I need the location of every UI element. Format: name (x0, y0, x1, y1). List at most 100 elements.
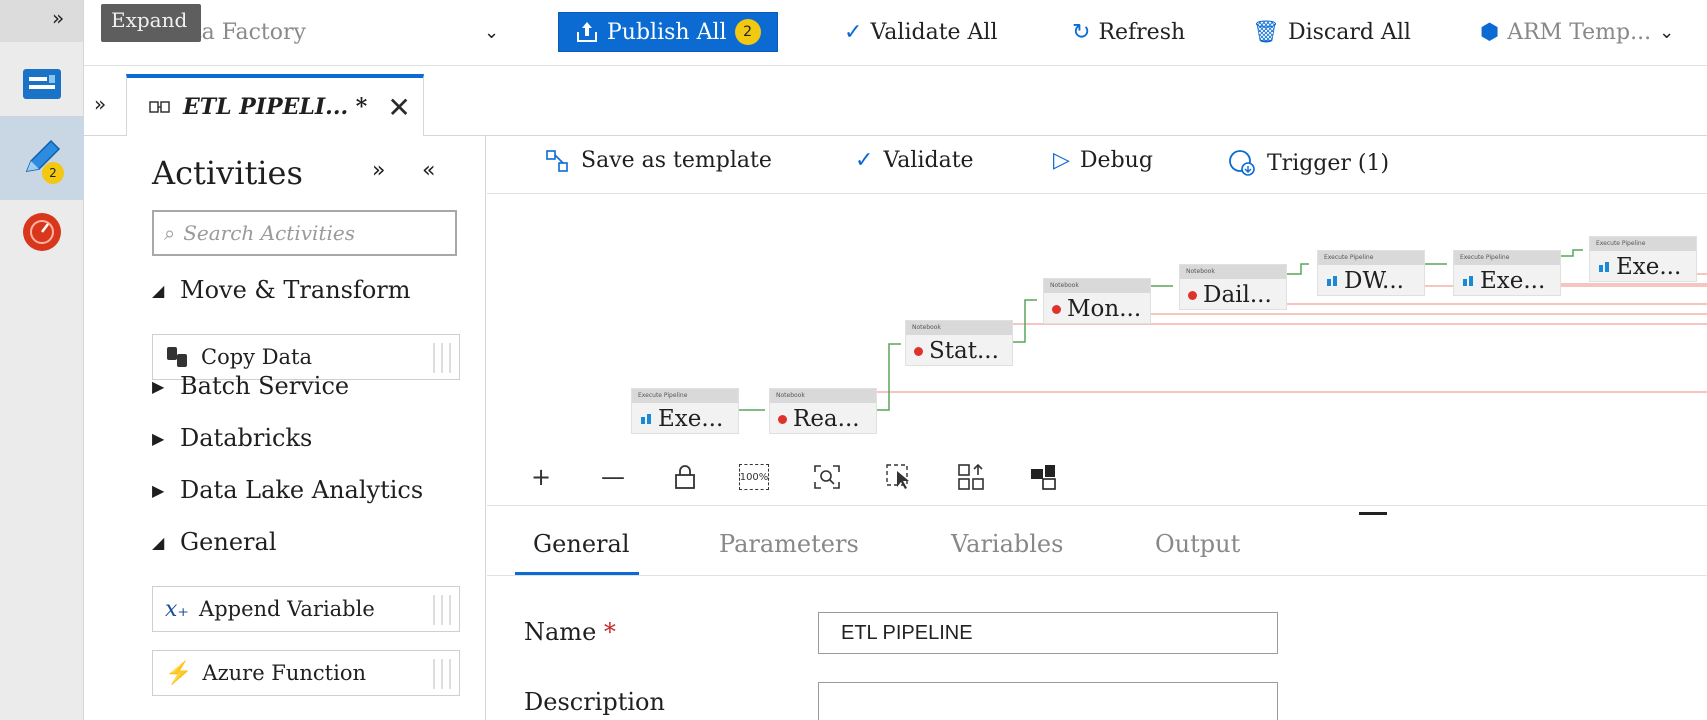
node-label: Exe... (1480, 268, 1546, 294)
trash-icon: 🗑 (1252, 19, 1280, 45)
search-activities-input[interactable] (183, 221, 444, 245)
zoom-in-button[interactable]: + (523, 460, 559, 494)
activity-append-variable[interactable]: x₊ Append Variable (152, 586, 460, 632)
rail-overview[interactable] (0, 42, 84, 126)
execute-pipeline-icon (1462, 276, 1474, 286)
expand-tooltip: Expand (101, 4, 201, 42)
rail-author[interactable]: 2 (0, 116, 84, 200)
node-label: Dail... (1203, 282, 1272, 308)
discard-all-label: Discard All (1287, 19, 1411, 45)
name-field[interactable] (818, 612, 1278, 654)
drag-handle[interactable] (433, 595, 451, 625)
variable-icon: x₊ (165, 596, 190, 622)
trigger-button[interactable]: Trigger (1) (1227, 148, 1389, 178)
category-databricks[interactable]: ▶ Databricks (152, 424, 312, 452)
chevron-down-icon: ⌄ (483, 21, 500, 43)
collapse-all-icon[interactable]: » (372, 158, 385, 183)
panel-splitter-handle[interactable] (1359, 512, 1387, 515)
tab-variables[interactable]: Variables (951, 530, 1063, 558)
monitor-gauge-icon (23, 213, 61, 251)
discard-all-button[interactable]: 🗑 Discard All (1252, 12, 1411, 52)
play-icon: ▷ (1053, 148, 1070, 173)
node-label: Exe... (658, 406, 724, 432)
zoom-to-fit-icon[interactable] (809, 460, 845, 494)
arm-template-label: ARM Temp... (1507, 19, 1652, 45)
azure-function-icon: ⚡ (165, 660, 193, 686)
activity-node-execute-pipeline[interactable]: Execute Pipeline DW... (1317, 250, 1425, 296)
description-field[interactable] (818, 682, 1278, 720)
tab-general[interactable]: General (533, 530, 630, 558)
save-as-template-button[interactable]: Save as template (545, 148, 772, 173)
validate-button[interactable]: ✓ Validate (855, 148, 974, 173)
validate-all-button[interactable]: ✓ Validate All (844, 12, 998, 52)
activities-panel: Activities » « ⌕ ◢ Move & Transform Copy… (126, 136, 486, 720)
canvas-controls: + — 100% (487, 448, 1707, 506)
collapsed-triangle-icon: ▶ (152, 480, 165, 500)
node-type: Notebook (1180, 265, 1286, 279)
editor-tab-row: » ETL PIPELI... * ✕ (84, 66, 1707, 136)
rail-top: » (0, 0, 83, 42)
activity-node-notebook[interactable]: Notebook Dail... (1179, 264, 1287, 310)
category-batch-service[interactable]: ▶ Batch Service (152, 372, 349, 400)
activity-label: Azure Function (202, 661, 367, 685)
select-multiple-icon[interactable] (881, 460, 917, 494)
save-as-template-label: Save as template (581, 148, 772, 173)
zoom-out-button[interactable]: — (595, 460, 631, 494)
zoom-100-button[interactable]: 100% (739, 464, 769, 490)
toggle-minimap-icon[interactable] (1025, 460, 1061, 494)
notebook-icon (1188, 290, 1197, 300)
category-label: Batch Service (180, 372, 350, 400)
execute-pipeline-icon (640, 414, 652, 424)
node-type: Execute Pipeline (1318, 251, 1424, 265)
activity-node-execute-pipeline[interactable]: Execute Pipeline Exe... (1453, 250, 1561, 296)
pipeline-canvas[interactable]: Execute Pipeline Exe... Notebook Rea... … (487, 194, 1707, 448)
activity-node-execute-pipeline[interactable]: Execute Pipeline Exe... (631, 388, 739, 434)
close-tab-icon[interactable]: ✕ (387, 91, 410, 124)
required-marker: * (603, 618, 616, 646)
activities-search[interactable]: ⌕ (152, 210, 457, 256)
expand-factory-resources-button[interactable]: » (94, 92, 106, 116)
execute-pipeline-icon (1598, 262, 1610, 272)
debug-button[interactable]: ▷ Debug (1053, 148, 1153, 173)
rail-monitor[interactable] (0, 190, 84, 274)
arm-template-icon: ⬢ (1480, 19, 1500, 45)
activity-azure-function[interactable]: ⚡ Azure Function (152, 650, 460, 696)
lock-icon[interactable] (667, 460, 703, 494)
category-label: Move & Transform (180, 276, 411, 304)
refresh-icon: ↻ (1072, 19, 1091, 45)
drag-handle[interactable] (433, 659, 451, 689)
publish-all-button[interactable]: Publish All 2 (558, 12, 778, 52)
checkmark-icon: ✓ (844, 19, 863, 45)
drag-handle[interactable] (433, 343, 451, 373)
activity-label: Append Variable (199, 597, 375, 621)
publish-count-badge: 2 (734, 19, 761, 45)
expand-rail-button[interactable]: » (52, 6, 64, 30)
activity-node-execute-pipeline[interactable]: Execute Pipeline Exe... (1589, 236, 1697, 282)
node-type: Notebook (906, 321, 1012, 335)
collapsed-triangle-icon: ▶ (152, 428, 165, 448)
template-icon (546, 149, 568, 172)
activity-node-notebook[interactable]: Notebook Mon... (1043, 278, 1151, 324)
tab-etl-pipeline[interactable]: ETL PIPELI... * ✕ (126, 74, 424, 136)
collapse-panel-icon[interactable]: « (422, 158, 435, 183)
category-general[interactable]: ◢ General (152, 528, 277, 556)
chevron-down-icon: ⌄ (1659, 21, 1675, 43)
activity-node-notebook[interactable]: Notebook Rea... (769, 388, 877, 434)
trigger-icon (1229, 150, 1255, 176)
auto-align-icon[interactable] (953, 460, 989, 494)
category-move-transform[interactable]: ◢ Move & Transform (152, 276, 411, 304)
name-label: Name * (524, 618, 616, 646)
node-type: Execute Pipeline (1454, 251, 1560, 265)
refresh-button[interactable]: ↻ Refresh (1072, 12, 1185, 52)
category-data-lake-analytics[interactable]: ▶ Data Lake Analytics (152, 476, 423, 504)
validate-all-label: Validate All (870, 19, 998, 45)
debug-label: Debug (1079, 148, 1153, 173)
activity-node-notebook[interactable]: Notebook Stat... (905, 320, 1013, 366)
tab-title: ETL PIPELI... * (183, 94, 368, 120)
tab-parameters[interactable]: Parameters (719, 530, 859, 558)
activities-title: Activities (152, 154, 303, 192)
arm-template-dropdown[interactable]: ⬢ ARM Temp... ⌄ (1480, 12, 1674, 52)
tab-output[interactable]: Output (1155, 530, 1240, 558)
publish-label: Publish All (607, 19, 727, 45)
category-label: General (180, 528, 277, 556)
